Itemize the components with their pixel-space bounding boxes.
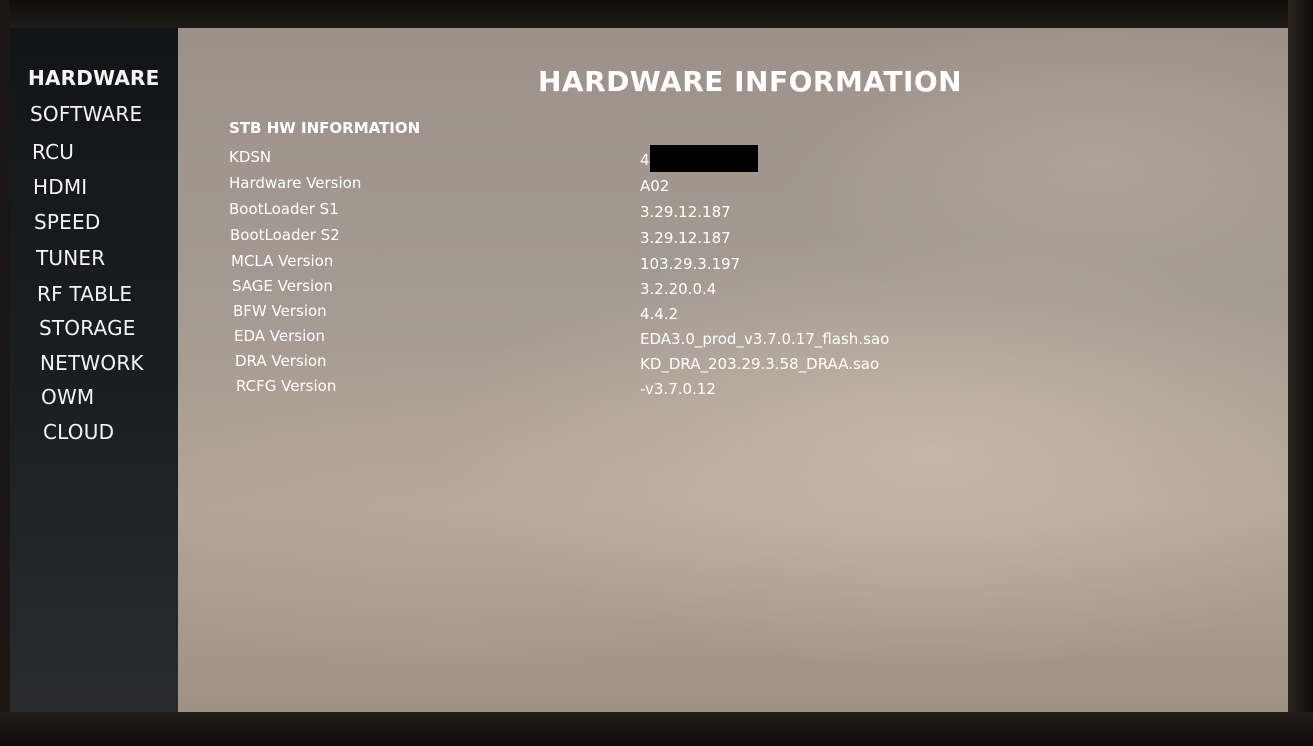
sidebar-item-hdmi[interactable]: HDMI	[33, 175, 87, 199]
value-eda-version: EDA3.0_prod_v3.7.0.17_flash.sao	[640, 330, 890, 348]
value-kdsn: 4	[640, 151, 650, 169]
value-rcfg-version: -v3.7.0.12	[640, 380, 716, 398]
section-title: STB HW INFORMATION	[229, 119, 421, 137]
sidebar-item-rcu[interactable]: RCU	[32, 140, 74, 164]
label-mcla-version: MCLA Version	[231, 252, 334, 270]
sidebar-item-cloud[interactable]: CLOUD	[43, 420, 114, 444]
label-dra-version: DRA Version	[235, 352, 327, 370]
tv-bezel-right	[1288, 0, 1313, 746]
label-bootloader-s1: BootLoader S1	[229, 200, 339, 218]
tv-screen: HARDWARE SOFTWARE RCU HDMI SPEED TUNER R…	[10, 28, 1288, 712]
sidebar-item-storage[interactable]: STORAGE	[39, 316, 136, 340]
label-kdsn: KDSN	[229, 148, 272, 166]
value-bootloader-s2: 3.29.12.187	[640, 229, 731, 247]
sidebar-item-network[interactable]: NETWORK	[40, 351, 144, 375]
value-mcla-version: 103.29.3.197	[640, 255, 741, 273]
value-hardware-version: A02	[640, 177, 670, 195]
label-sage-version: SAGE Version	[232, 277, 333, 295]
value-sage-version: 3.2.20.0.4	[640, 280, 717, 298]
sidebar-item-owm[interactable]: OWM	[41, 385, 94, 409]
label-rcfg-version: RCFG Version	[236, 377, 337, 395]
label-bootloader-s2: BootLoader S2	[230, 226, 340, 244]
value-dra-version: KD_DRA_203.29.3.58_DRAA.sao	[640, 355, 880, 373]
label-bfw-version: BFW Version	[233, 302, 327, 320]
tv-bezel-bottom	[0, 712, 1313, 746]
value-bfw-version: 4.4.2	[640, 305, 679, 323]
redaction-box	[650, 145, 758, 172]
sidebar-item-speed[interactable]: SPEED	[34, 210, 100, 234]
sidebar-menu: HARDWARE SOFTWARE RCU HDMI SPEED TUNER R…	[10, 28, 178, 712]
sidebar-item-hardware[interactable]: HARDWARE	[28, 66, 160, 90]
page-title: HARDWARE INFORMATION	[538, 65, 963, 98]
sidebar-item-software[interactable]: SOFTWARE	[30, 102, 142, 126]
tv-bezel-left	[0, 0, 10, 746]
value-bootloader-s1: 3.29.12.187	[640, 203, 731, 221]
tv-bezel-top	[0, 0, 1313, 28]
label-hardware-version: Hardware Version	[229, 174, 362, 192]
label-eda-version: EDA Version	[234, 327, 325, 345]
sidebar-item-tuner[interactable]: TUNER	[36, 246, 105, 270]
sidebar-item-rf-table[interactable]: RF TABLE	[37, 282, 132, 306]
